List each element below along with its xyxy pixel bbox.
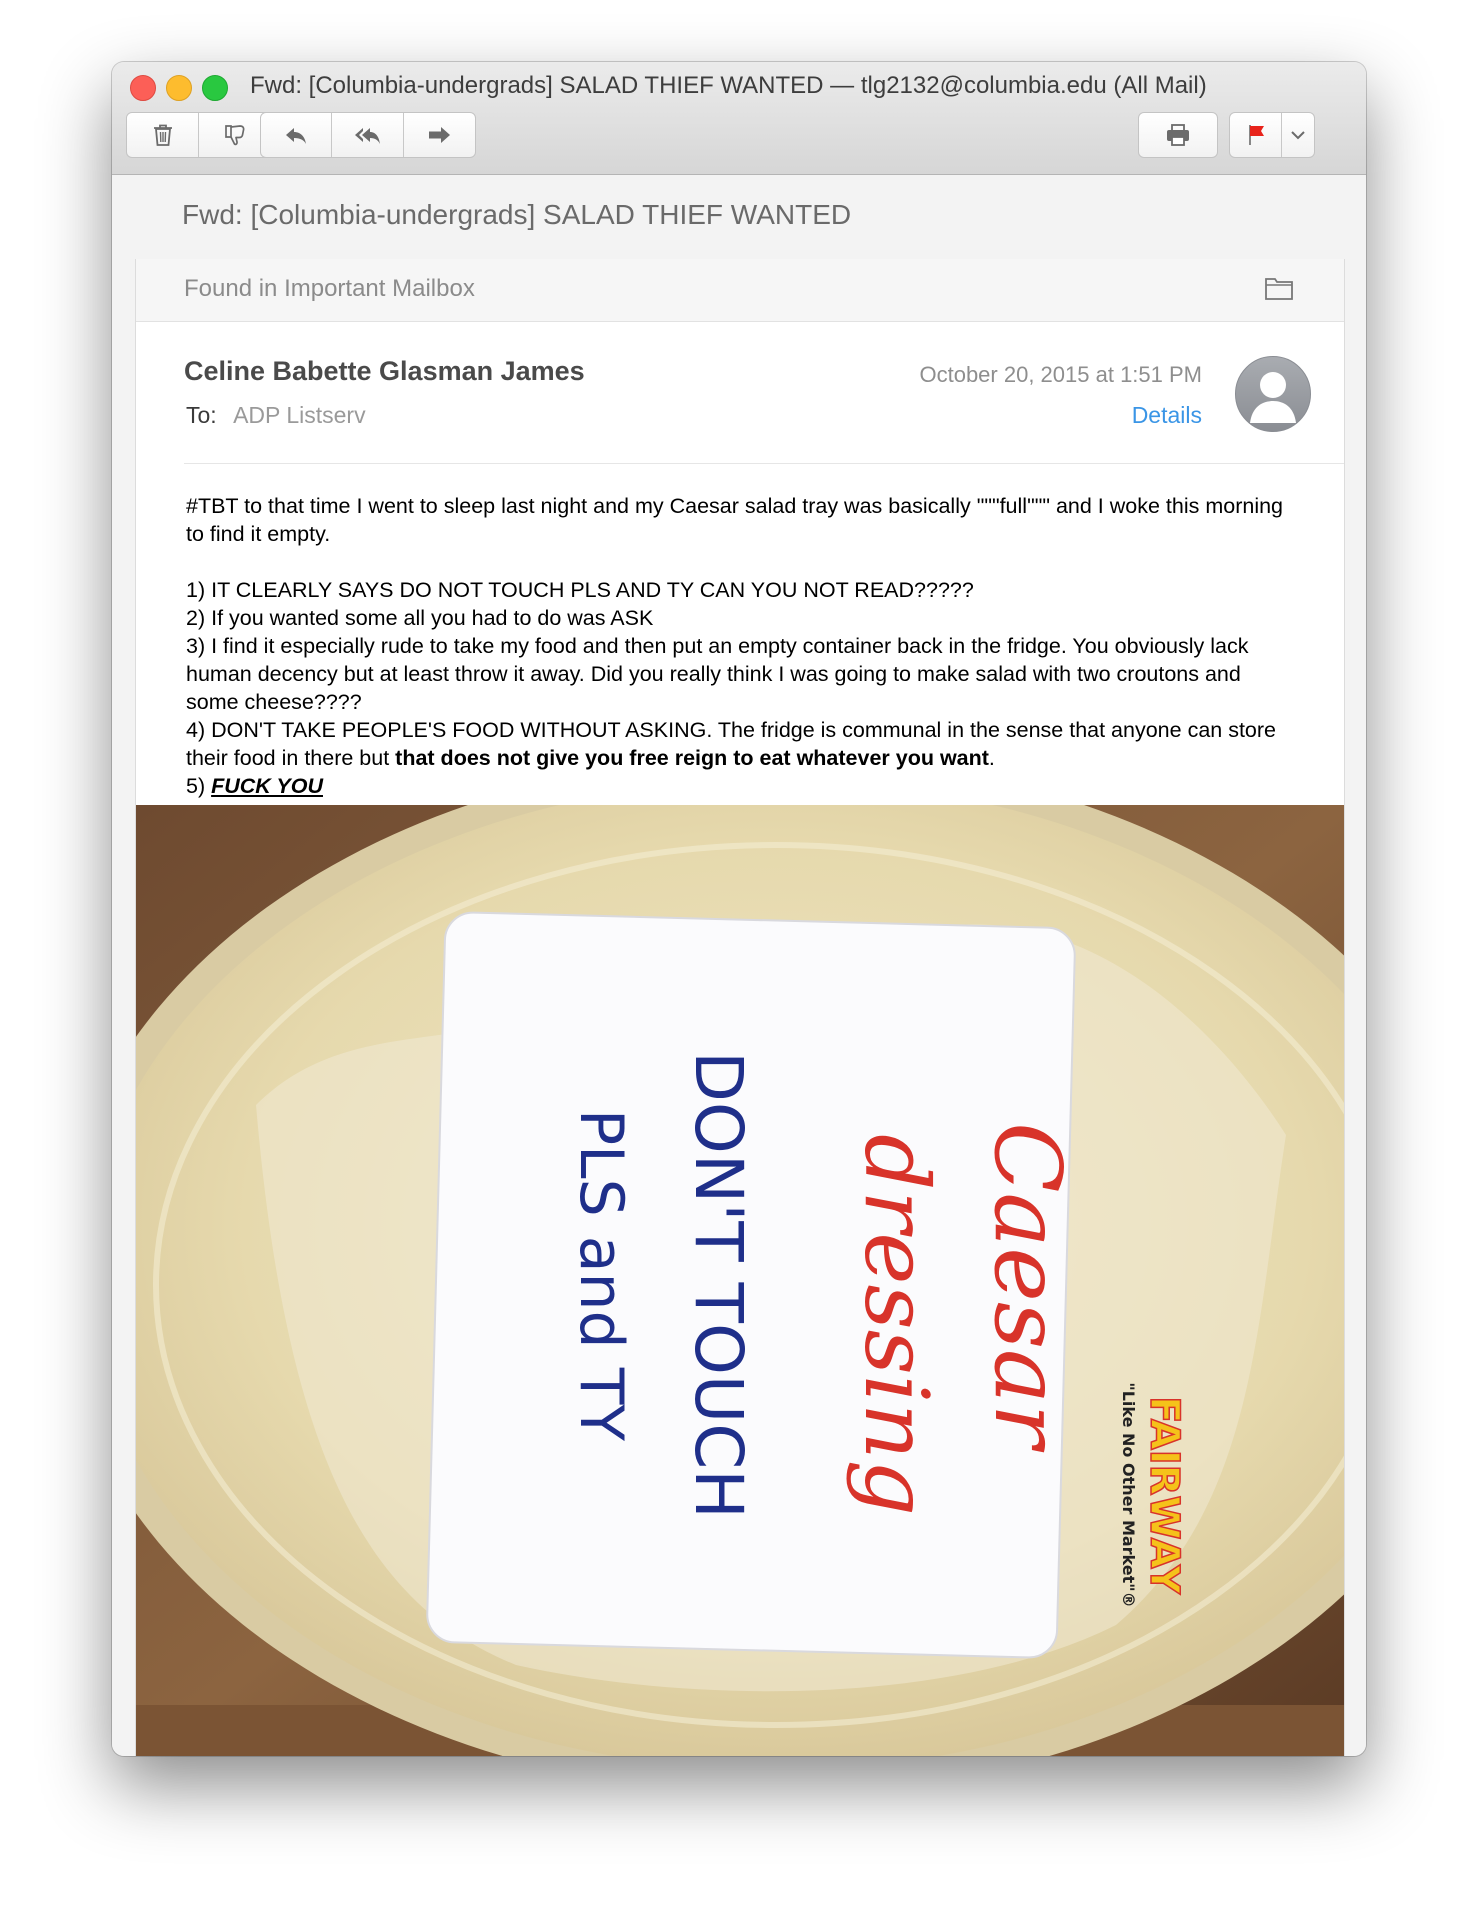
message-subject: Fwd: [Columbia-undergrads] SALAD THIEF W… (182, 199, 852, 230)
mailbox-banner-text: Found in Important Mailbox (184, 275, 475, 302)
fairway-logo: FAIRWAY "Like No Other Market"® (1119, 1382, 1188, 1607)
message-date: October 20, 2015 at 1:51 PM (919, 362, 1202, 387)
close-window-button[interactable] (130, 75, 156, 101)
label-handwriting-red-2: dressing (845, 1134, 948, 1516)
body-item-4-end: . (988, 746, 995, 770)
delete-junk-group (126, 112, 272, 158)
body-intro: #TBT to that time I went to sleep last n… (186, 494, 1284, 546)
print-button[interactable] (1139, 113, 1217, 157)
message-viewer: Fwd: [Columbia-undergrads] SALAD THIEF W… (112, 175, 1366, 1756)
delete-button[interactable] (127, 113, 199, 157)
minimize-window-button[interactable] (166, 75, 192, 101)
recipient-name[interactable]: ADP Listserv (233, 402, 366, 428)
label-handwriting-blue-1: DON'T TOUCH (680, 1051, 757, 1519)
mail-window: Fwd: [Columbia-undergrads] SALAD THIEF W… (112, 62, 1366, 1756)
print-group (1138, 112, 1218, 158)
window-title: Fwd: [Columbia-undergrads] SALAD THIEF W… (250, 72, 1207, 99)
junk-thumbs-down-icon (225, 125, 245, 146)
flag-button[interactable] (1230, 113, 1282, 157)
title-bar[interactable]: Fwd: [Columbia-undergrads] SALAD THIEF W… (112, 62, 1366, 175)
reply-button[interactable] (261, 113, 333, 157)
body-item-5: 5) FUCK YOU (186, 772, 1294, 800)
details-link[interactable]: Details (1132, 402, 1202, 429)
header-divider (184, 463, 1344, 464)
body-item-5-prefix: 5) (186, 774, 212, 798)
svg-text:dressing: dressing (845, 1134, 948, 1516)
flag-menu-button[interactable] (1282, 113, 1314, 157)
folder-icon[interactable] (1264, 275, 1294, 301)
print-icon (1167, 124, 1189, 146)
body-item-1: 1) IT CLEARLY SAYS DO NOT TOUCH PLS AND … (186, 578, 974, 602)
trash-icon (153, 124, 172, 146)
message-header: Celine Babette Glasman James To: ADP Lis… (136, 322, 1344, 464)
svg-text:"Like No Other Market"®: "Like No Other Market"® (1119, 1382, 1138, 1607)
forward-icon (429, 127, 451, 143)
zoom-window-button[interactable] (202, 75, 228, 101)
sender-name: Celine Babette Glasman James (184, 356, 585, 386)
body-item-4-bold: that does not give you free reign to eat… (395, 746, 989, 770)
flag-group (1229, 112, 1315, 158)
svg-text:FAIRWAY: FAIRWAY (1141, 1396, 1187, 1595)
reply-all-button[interactable] (332, 113, 404, 157)
reply-group (260, 112, 476, 158)
message-body: #TBT to that time I went to sleep last n… (186, 492, 1294, 800)
label-handwriting-red-1: Caesar (974, 1122, 1081, 1453)
recipient-row: To: ADP Listserv (186, 402, 366, 429)
body-item-2: 2) If you wanted some all you had to do … (186, 606, 654, 630)
attached-photo[interactable]: Caesar dressing DON'T TOUCH PLS and TY F (136, 805, 1344, 1756)
forward-button[interactable] (404, 113, 475, 157)
reply-all-icon (354, 128, 380, 144)
body-item-4: 4) DON'T TAKE PEOPLE'S FOOD WITHOUT ASKI… (186, 716, 1294, 772)
chevron-down-icon (1291, 131, 1305, 140)
reply-icon (286, 128, 307, 144)
mailbox-banner: Found in Important Mailbox (136, 259, 1344, 322)
avatar (1235, 356, 1311, 432)
person-icon (1250, 372, 1296, 423)
svg-text:PLS and TY: PLS and TY (566, 1109, 636, 1441)
label-handwriting-blue-2: PLS and TY (566, 1109, 636, 1441)
to-label: To: (186, 402, 217, 428)
body-item-5-emphasis: FUCK YOU (211, 774, 323, 798)
svg-text:Caesar: Caesar (974, 1122, 1081, 1453)
message-card: Found in Important Mailbox Celine Babett… (135, 259, 1345, 1756)
flag-icon (1248, 125, 1264, 145)
body-item-3: 3) I find it especially rude to take my … (186, 634, 1249, 714)
svg-text:DON'T TOUCH: DON'T TOUCH (680, 1051, 757, 1519)
